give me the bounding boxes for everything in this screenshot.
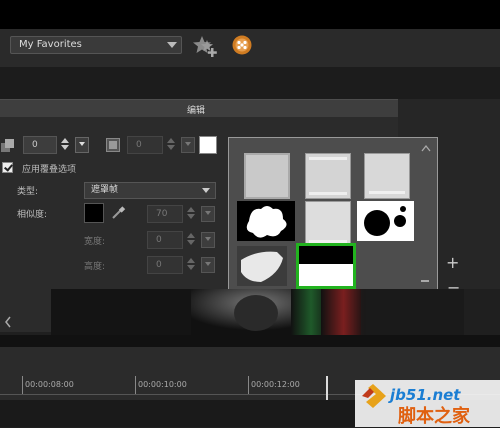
chevron-down-icon [202,188,210,193]
type-select[interactable]: 遮罩帧 [84,182,216,199]
height-dropdown[interactable] [201,257,215,273]
tick-label: 00:00:08:00 [25,380,74,389]
border-color-dropdown[interactable] [181,137,195,153]
chevron-down-icon [167,42,177,48]
preview-image [51,289,464,335]
width-dropdown[interactable] [201,232,215,248]
mask-thumb-3[interactable] [364,153,410,199]
preview-strip [51,289,464,335]
height-field[interactable]: 0 [147,256,183,274]
library-strip [0,67,500,99]
timeline-header [0,335,500,347]
apply-overlay-label: 应用覆叠选项 [22,165,77,175]
similarity-dropdown[interactable] [201,206,215,222]
tick-label: 00:00:12:00 [251,380,300,389]
options-tab-bar: 编辑 [0,99,398,118]
mask-thumb-4[interactable] [237,201,295,241]
mask-thumb-7[interactable] [237,246,287,286]
scroll-down-icon[interactable] [421,280,429,282]
type-value: 遮罩帧 [91,185,119,195]
left-arrow-icon[interactable] [4,316,12,328]
border-width-stepper[interactable] [59,136,71,154]
apply-overlay-checkbox[interactable] [2,162,13,173]
favorites-label: My Favorites [19,39,82,50]
type-label: 类型: [17,187,39,197]
mask-thumb-1[interactable] [244,153,290,199]
border-dropdown-button[interactable] [75,137,89,153]
height-label: 高度: [84,262,106,272]
top-bar [0,0,500,29]
similarity-field[interactable]: 70 [147,205,183,223]
shadow-icon [1,139,14,152]
width-label: 宽度: [84,237,106,247]
similarity-label: 相似度: [17,210,48,220]
tab-edit[interactable]: 编辑 [187,103,205,116]
playhead[interactable] [326,376,328,400]
scroll-up-icon[interactable] [421,144,431,152]
mask-thumb-8-selected[interactable] [296,243,356,289]
width-field[interactable]: 0 [147,231,183,249]
mask-thumb-6[interactable] [357,201,414,241]
star-add-icon[interactable] [193,34,219,58]
height-stepper[interactable] [185,256,197,274]
border-width-field[interactable]: 0 [23,136,57,154]
similarity-stepper[interactable] [185,205,197,223]
watermark-name: 脚本之家 [398,406,470,427]
favorites-dropdown[interactable]: My Favorites [10,36,182,54]
mask-frame-popup [228,137,438,293]
mask-thumb-2[interactable] [305,153,351,199]
painter-icon[interactable] [232,35,252,55]
similarity-color-swatch[interactable] [84,203,104,223]
tick-label: 00:00:10:00 [138,380,187,389]
mask-thumb-5[interactable] [305,201,351,247]
color-swatch[interactable] [199,136,217,154]
border-color-field[interactable]: 0 [127,136,163,154]
border-color-stepper[interactable] [165,136,177,154]
width-stepper[interactable] [185,231,197,249]
zoom-in-button[interactable]: + [446,253,459,272]
color-picker-icon [106,138,120,152]
eyedropper-icon[interactable] [110,205,126,221]
logo-icon [362,384,386,408]
